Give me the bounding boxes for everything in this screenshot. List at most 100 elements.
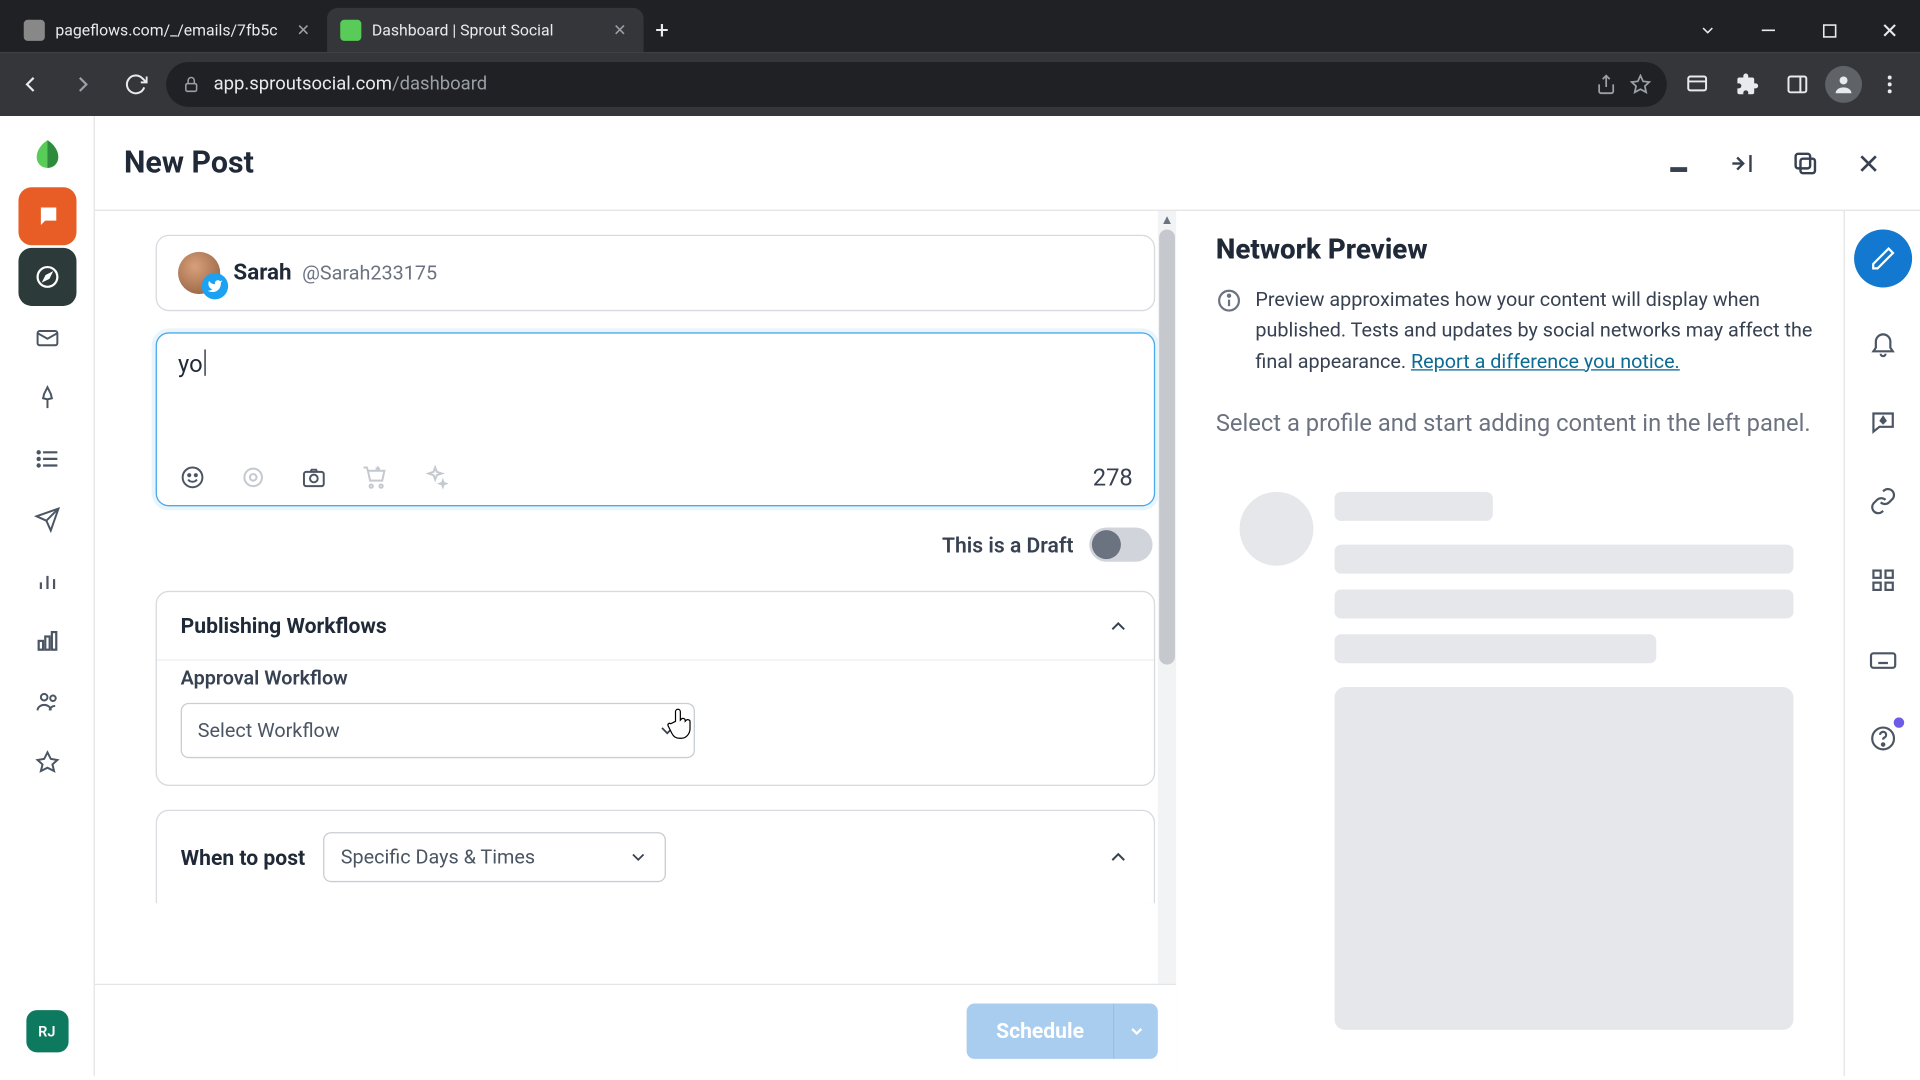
share-icon[interactable] [1596, 74, 1617, 95]
preview-skeleton [1216, 468, 1817, 1054]
compose-box[interactable]: yo 278 [156, 332, 1156, 506]
compose-textarea[interactable]: yo [178, 349, 1133, 452]
favicon-icon [24, 20, 45, 41]
nav-item-people[interactable] [18, 673, 76, 731]
section-header-workflows[interactable]: Publishing Workflows [157, 592, 1154, 659]
nav-item-signal[interactable] [18, 551, 76, 609]
tab-title: Dashboard | Sprout Social [372, 21, 599, 39]
minimize-modal-icon[interactable] [1656, 140, 1701, 185]
lock-icon [182, 75, 200, 93]
new-tab-button[interactable]: + [644, 8, 681, 53]
right-rail [1844, 211, 1920, 1076]
nav-item-inbox[interactable] [18, 187, 76, 245]
schedule-button[interactable]: Schedule [967, 1003, 1113, 1058]
emoji-icon[interactable] [178, 463, 207, 492]
window-controls: ✕ [1677, 8, 1920, 53]
twitter-icon [202, 273, 228, 299]
draft-label: This is a Draft [942, 532, 1073, 557]
favicon-icon [340, 20, 361, 41]
nav-item-pin[interactable] [18, 369, 76, 427]
skeleton-line [1335, 492, 1493, 521]
nav-item-reports[interactable] [18, 612, 76, 670]
skeleton-line [1335, 589, 1794, 618]
page-title: New Post [124, 145, 1638, 181]
when-label: When to post [181, 845, 306, 870]
keyboard-icon[interactable] [1859, 636, 1906, 683]
report-difference-link[interactable]: Report a difference you notice. [1411, 349, 1680, 373]
nav-item-mail[interactable] [18, 309, 76, 367]
url-text: app.sproutsocial.com/dashboard [214, 74, 1583, 95]
publishing-workflows-section: Publishing Workflows Approval Workflow S… [156, 591, 1156, 786]
browser-tab-0[interactable]: pageflows.com/_/emails/7fb5c ✕ [11, 8, 327, 53]
modal-header: New Post [95, 116, 1920, 211]
preview-title: Network Preview [1216, 235, 1817, 267]
tab-title: pageflows.com/_/emails/7fb5c [55, 21, 282, 39]
when-select[interactable]: Specific Days & Times [324, 832, 667, 882]
chevron-down-icon [657, 720, 678, 741]
install-icon[interactable] [1675, 62, 1720, 107]
char-count: 278 [1093, 464, 1133, 492]
draft-toggle[interactable] [1089, 527, 1152, 561]
close-modal-icon[interactable] [1846, 140, 1891, 185]
nav-item-list[interactable] [18, 430, 76, 488]
skeleton-line [1335, 634, 1656, 663]
close-window-icon[interactable]: ✕ [1859, 8, 1920, 53]
extensions-icon[interactable] [1725, 62, 1770, 107]
browser-titlebar: pageflows.com/_/emails/7fb5c ✕ Dashboard… [0, 0, 1920, 53]
compose-footer: Schedule [95, 984, 1176, 1076]
collapse-panel-icon[interactable] [1720, 140, 1765, 185]
chevron-up-icon [1106, 845, 1130, 869]
target-icon[interactable] [239, 463, 268, 492]
help-icon[interactable] [1859, 715, 1906, 762]
profile-avatar-icon[interactable] [1825, 66, 1862, 103]
browser-tab-1[interactable]: Dashboard | Sprout Social ✕ [327, 8, 643, 53]
nav-item-star[interactable] [18, 733, 76, 791]
scroll-up-icon[interactable]: ▲ [1158, 211, 1176, 229]
preview-info: Preview approximates how your content wi… [1216, 285, 1817, 377]
left-scrollbar[interactable]: ▲ ▼ [1158, 211, 1176, 1076]
cart-icon[interactable] [360, 463, 389, 492]
profile-avatar [178, 252, 220, 294]
duplicate-icon[interactable] [1783, 140, 1828, 185]
close-tab-icon[interactable]: ✕ [293, 20, 314, 41]
close-tab-icon[interactable]: ✕ [609, 20, 630, 41]
sidepanel-icon[interactable] [1775, 62, 1820, 107]
approval-workflow-label: Approval Workflow [181, 666, 1130, 690]
skeleton-line [1335, 544, 1794, 573]
skeleton-avatar [1240, 492, 1314, 566]
nav-item-send[interactable] [18, 491, 76, 549]
user-avatar[interactable]: RJ [26, 1010, 68, 1052]
when-to-post-section[interactable]: When to post Specific Days & Times [156, 810, 1156, 904]
chevron-down-icon [628, 847, 649, 868]
maximize-icon[interactable] [1799, 8, 1860, 53]
compose-fab[interactable] [1853, 229, 1911, 287]
link-icon[interactable] [1859, 477, 1906, 524]
url-bar[interactable]: app.sproutsocial.com/dashboard [166, 62, 1667, 107]
chevron-up-icon [1106, 614, 1130, 638]
profile-label: Sarah @Sarah233175 [233, 260, 437, 286]
skeleton-image [1335, 687, 1794, 1030]
preview-placeholder: Select a profile and start adding conten… [1216, 406, 1817, 442]
schedule-split-button[interactable]: Schedule [967, 1003, 1158, 1058]
schedule-dropdown-icon[interactable] [1113, 1003, 1158, 1058]
forward-button[interactable] [61, 62, 106, 107]
preview-column: Network Preview Preview approximates how… [1176, 211, 1843, 1076]
left-nav-rail: RJ [0, 116, 95, 1076]
nav-item-compass[interactable] [18, 248, 76, 306]
grid-icon[interactable] [1859, 556, 1906, 603]
sparkle-icon[interactable] [421, 463, 450, 492]
reload-button[interactable] [113, 62, 158, 107]
approval-workflow-select[interactable]: Select Workflow [181, 703, 695, 758]
kebab-menu-icon[interactable] [1867, 62, 1912, 107]
browser-addressbar: app.sproutsocial.com/dashboard [0, 53, 1920, 116]
minimize-icon[interactable] [1738, 8, 1799, 53]
back-button[interactable] [8, 62, 53, 107]
bookmark-icon[interactable] [1630, 74, 1651, 95]
sprout-logo-icon[interactable] [18, 127, 76, 185]
profile-selector[interactable]: Sarah @Sarah233175 [156, 235, 1156, 311]
tab-search-icon[interactable] [1677, 8, 1738, 53]
camera-icon[interactable] [299, 463, 328, 492]
chat-icon[interactable] [1859, 398, 1906, 445]
notifications-icon[interactable] [1859, 319, 1906, 366]
scroll-thumb[interactable] [1159, 229, 1175, 664]
